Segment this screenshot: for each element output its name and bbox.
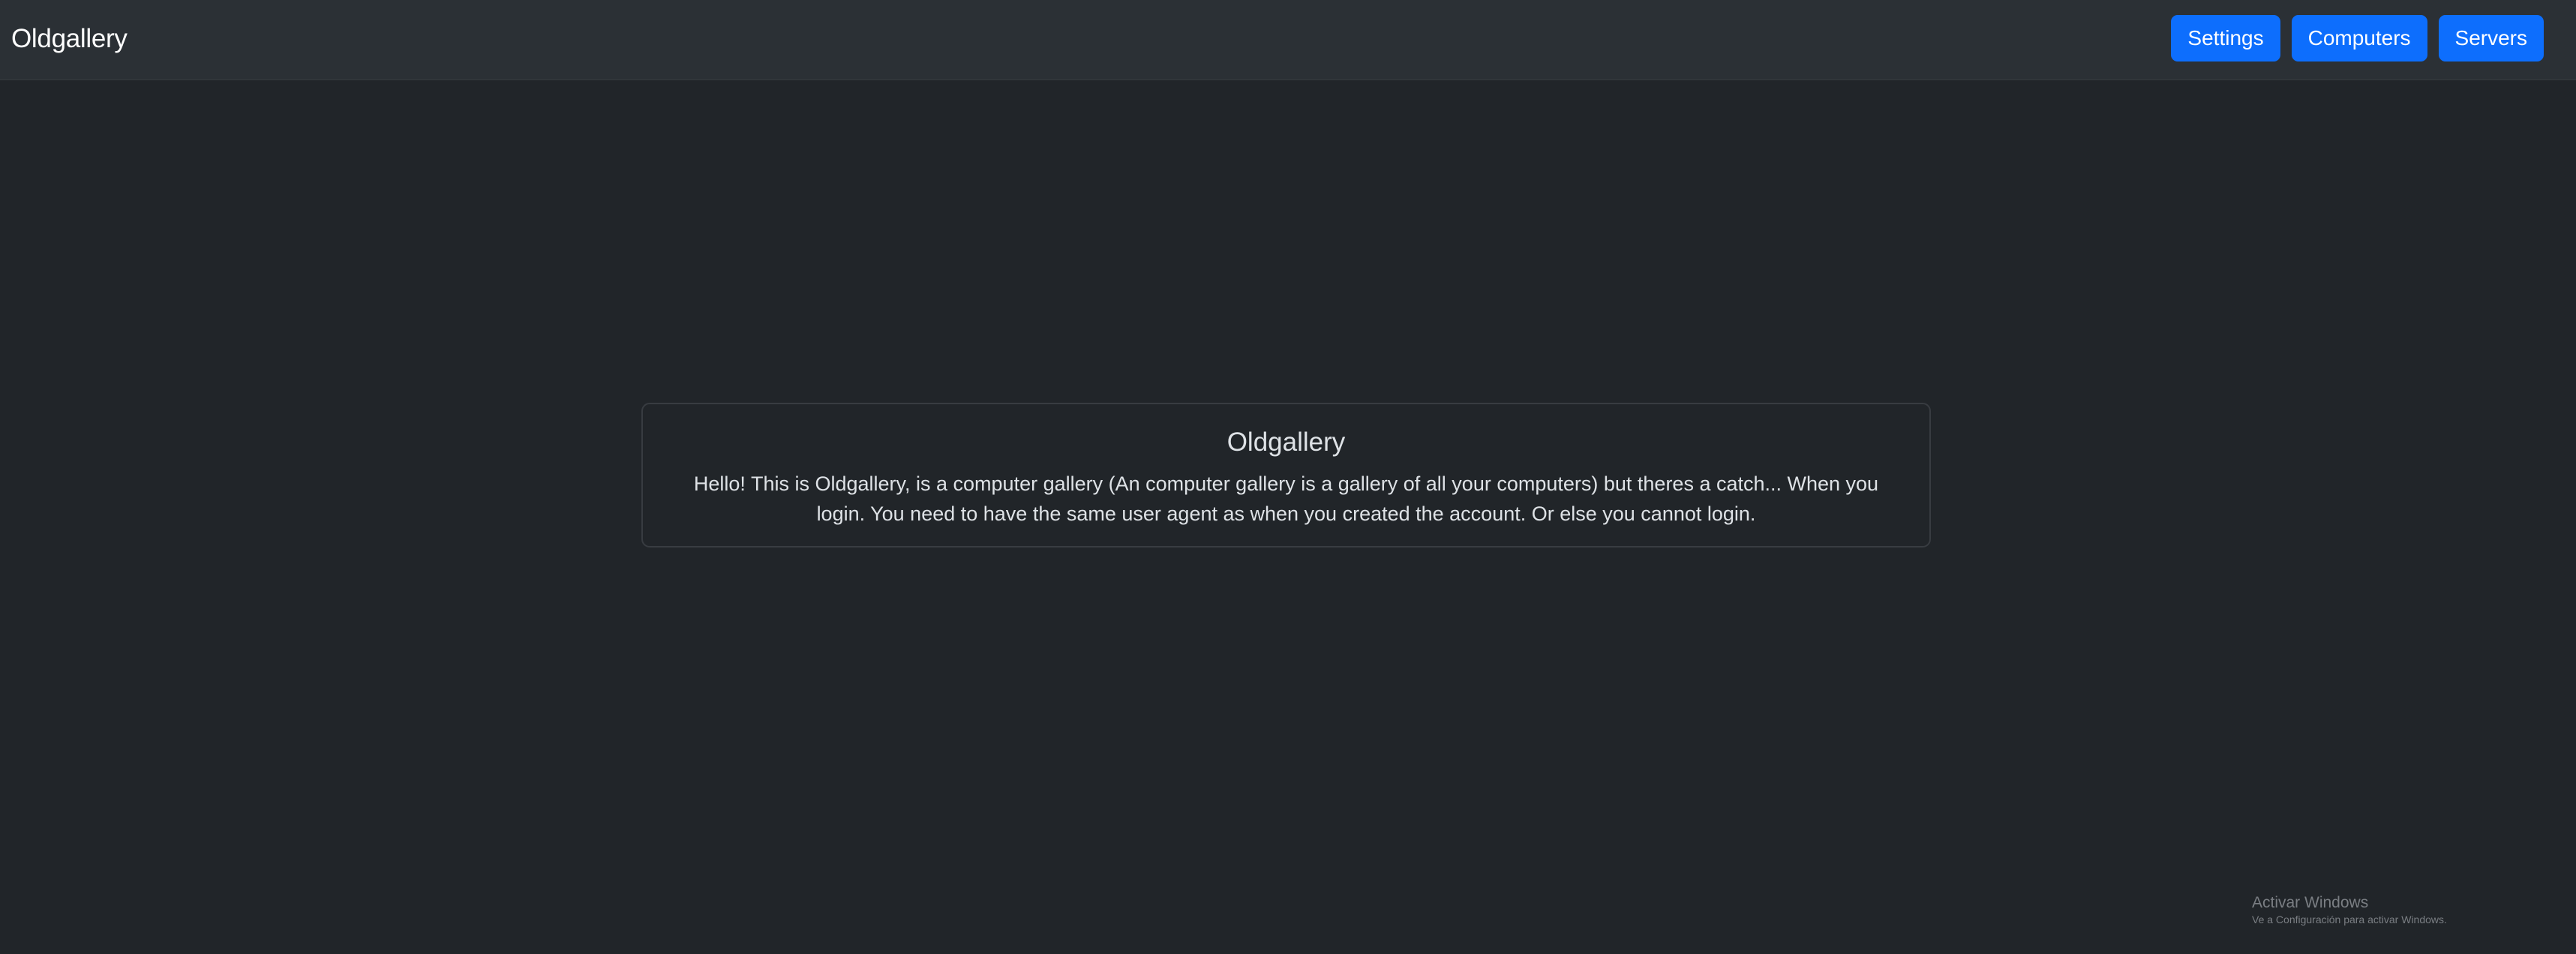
card-title: Oldgallery (1226, 428, 1346, 457)
navbar: Oldgallery Settings Computers Servers (0, 0, 2576, 80)
watermark-subtitle: Ve a Configuración para activar Windows. (2252, 914, 2447, 926)
intro-card: Oldgallery Hello! This is Oldgallery, is… (641, 403, 1931, 548)
servers-button[interactable]: Servers (2438, 15, 2544, 62)
nav-button-group: Settings Computers Servers (2171, 15, 2544, 62)
settings-button[interactable]: Settings (2171, 15, 2280, 62)
windows-activation-watermark: Activar Windows Ve a Configuración para … (2252, 893, 2447, 926)
brand-title[interactable]: Oldgallery (11, 21, 128, 57)
card-text: Hello! This is Oldgallery, is a computer… (693, 472, 1879, 525)
watermark-title: Activar Windows (2252, 894, 2369, 911)
computers-button[interactable]: Computers (2291, 15, 2427, 62)
